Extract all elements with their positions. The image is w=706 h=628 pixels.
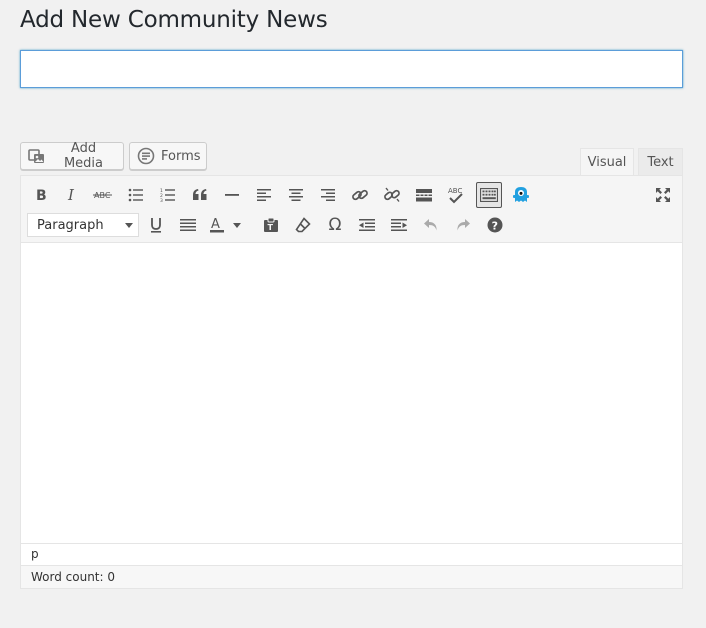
svg-text:3: 3 (160, 198, 163, 202)
toolbar-row-1: B I ABC 123 ABC (21, 180, 682, 210)
align-center-icon (288, 189, 303, 201)
horizontal-line-icon (225, 194, 239, 196)
insert-link-button[interactable] (347, 182, 373, 208)
decrease-indent-button[interactable] (354, 212, 380, 238)
text-color-dropdown[interactable] (230, 212, 244, 238)
keyboard-icon (480, 188, 498, 202)
strikethrough-icon: ABC (93, 191, 112, 200)
svg-text:I: I (67, 188, 75, 202)
svg-text:ABC: ABC (448, 187, 462, 195)
align-left-icon (256, 189, 271, 201)
align-left-button[interactable] (251, 182, 277, 208)
word-count: Word count: 0 (21, 565, 682, 588)
chevron-down-icon (233, 222, 241, 228)
fullscreen-icon (656, 188, 670, 202)
svg-text:?: ? (492, 220, 498, 233)
indent-icon (391, 219, 407, 231)
title-input[interactable] (20, 50, 683, 88)
read-more-icon (416, 189, 432, 202)
align-right-icon (320, 189, 335, 201)
forms-button[interactable]: Forms (129, 142, 207, 170)
link-icon (352, 189, 368, 201)
read-more-button[interactable] (411, 182, 437, 208)
toolbar-toggle-button[interactable] (476, 182, 502, 208)
tab-visual[interactable]: Visual (580, 148, 634, 176)
editor-content-area[interactable] (21, 243, 682, 543)
editor-toolbar: B I ABC 123 ABC Paragraph A T Ω ? (21, 176, 682, 243)
numbered-list-button[interactable]: 123 (155, 182, 181, 208)
chevron-down-icon (125, 223, 133, 228)
svg-text:B: B (36, 188, 47, 202)
editor: B I ABC 123 ABC Paragraph A T Ω ? p Word… (20, 175, 683, 589)
italic-button[interactable]: I (59, 182, 85, 208)
omega-icon: Ω (328, 215, 342, 235)
keyboard-shortcuts-button[interactable]: ? (482, 212, 508, 238)
media-icon (28, 147, 46, 165)
help-icon: ? (487, 217, 503, 233)
underline-button[interactable] (143, 212, 169, 238)
monster-icon (513, 187, 529, 202)
align-right-button[interactable] (315, 182, 341, 208)
spellcheck-button[interactable]: ABC (443, 182, 469, 208)
increase-indent-button[interactable] (386, 212, 412, 238)
redo-icon (457, 219, 470, 231)
horizontal-line-button[interactable] (219, 182, 245, 208)
undo-icon (424, 219, 437, 231)
strikethrough-button[interactable]: ABC (90, 182, 116, 208)
eraser-icon (295, 217, 311, 233)
fullscreen-button[interactable] (650, 182, 676, 208)
special-character-button[interactable]: Ω (322, 212, 348, 238)
monster-plugin-button[interactable] (508, 182, 534, 208)
format-select-value: Paragraph (37, 217, 104, 233)
add-media-button[interactable]: Add Media (20, 141, 124, 171)
italic-icon: I (67, 188, 75, 202)
redo-button[interactable] (450, 212, 476, 238)
numbered-list-icon: 123 (160, 188, 175, 202)
undo-button[interactable] (418, 212, 444, 238)
outdent-icon (359, 219, 375, 231)
clear-formatting-button[interactable] (290, 212, 316, 238)
justify-button[interactable] (175, 212, 201, 238)
tab-text[interactable]: Text (638, 148, 683, 175)
text-color-icon: A (210, 217, 224, 233)
remove-link-button[interactable] (379, 182, 405, 208)
toolbar-row-2: Paragraph A T Ω ? (21, 210, 682, 240)
element-path[interactable]: p (21, 543, 682, 565)
bold-button[interactable]: B (28, 182, 54, 208)
paste-as-text-button[interactable]: T (258, 212, 284, 238)
spellcheck-icon: ABC (448, 187, 463, 204)
blockquote-button[interactable] (187, 182, 213, 208)
clipboard-icon: T (264, 217, 278, 232)
forms-label: Forms (161, 148, 201, 164)
svg-text:T: T (268, 223, 274, 232)
bullet-list-button[interactable] (123, 182, 149, 208)
underline-icon (151, 218, 161, 233)
format-select[interactable]: Paragraph (27, 213, 139, 237)
page-title: Add New Community News (20, 7, 328, 33)
justify-icon (180, 219, 196, 231)
forms-icon (137, 147, 155, 165)
svg-text:A: A (211, 217, 220, 232)
bullet-list-icon (128, 188, 143, 202)
blockquote-icon (193, 189, 207, 200)
align-center-button[interactable] (283, 182, 309, 208)
add-media-label: Add Media (63, 141, 104, 171)
unlink-icon (384, 187, 400, 202)
bold-icon: B (36, 188, 47, 202)
